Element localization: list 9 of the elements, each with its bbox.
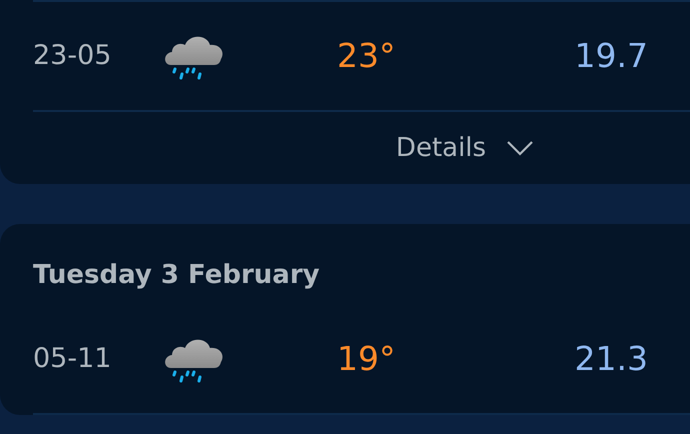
forecast-value: 21.3 [574, 338, 648, 380]
temperature: 23° [337, 35, 396, 78]
details-button[interactable]: Details [396, 128, 534, 168]
chevron-icon [506, 140, 534, 156]
forecast-value: 19.7 [574, 35, 648, 78]
temperature: 19° [337, 338, 396, 380]
forecast-time: 23-05 [33, 38, 112, 73]
day-heading: Tuesday 3 February [32, 259, 321, 292]
forecast-time: 05-11 [33, 342, 112, 376]
